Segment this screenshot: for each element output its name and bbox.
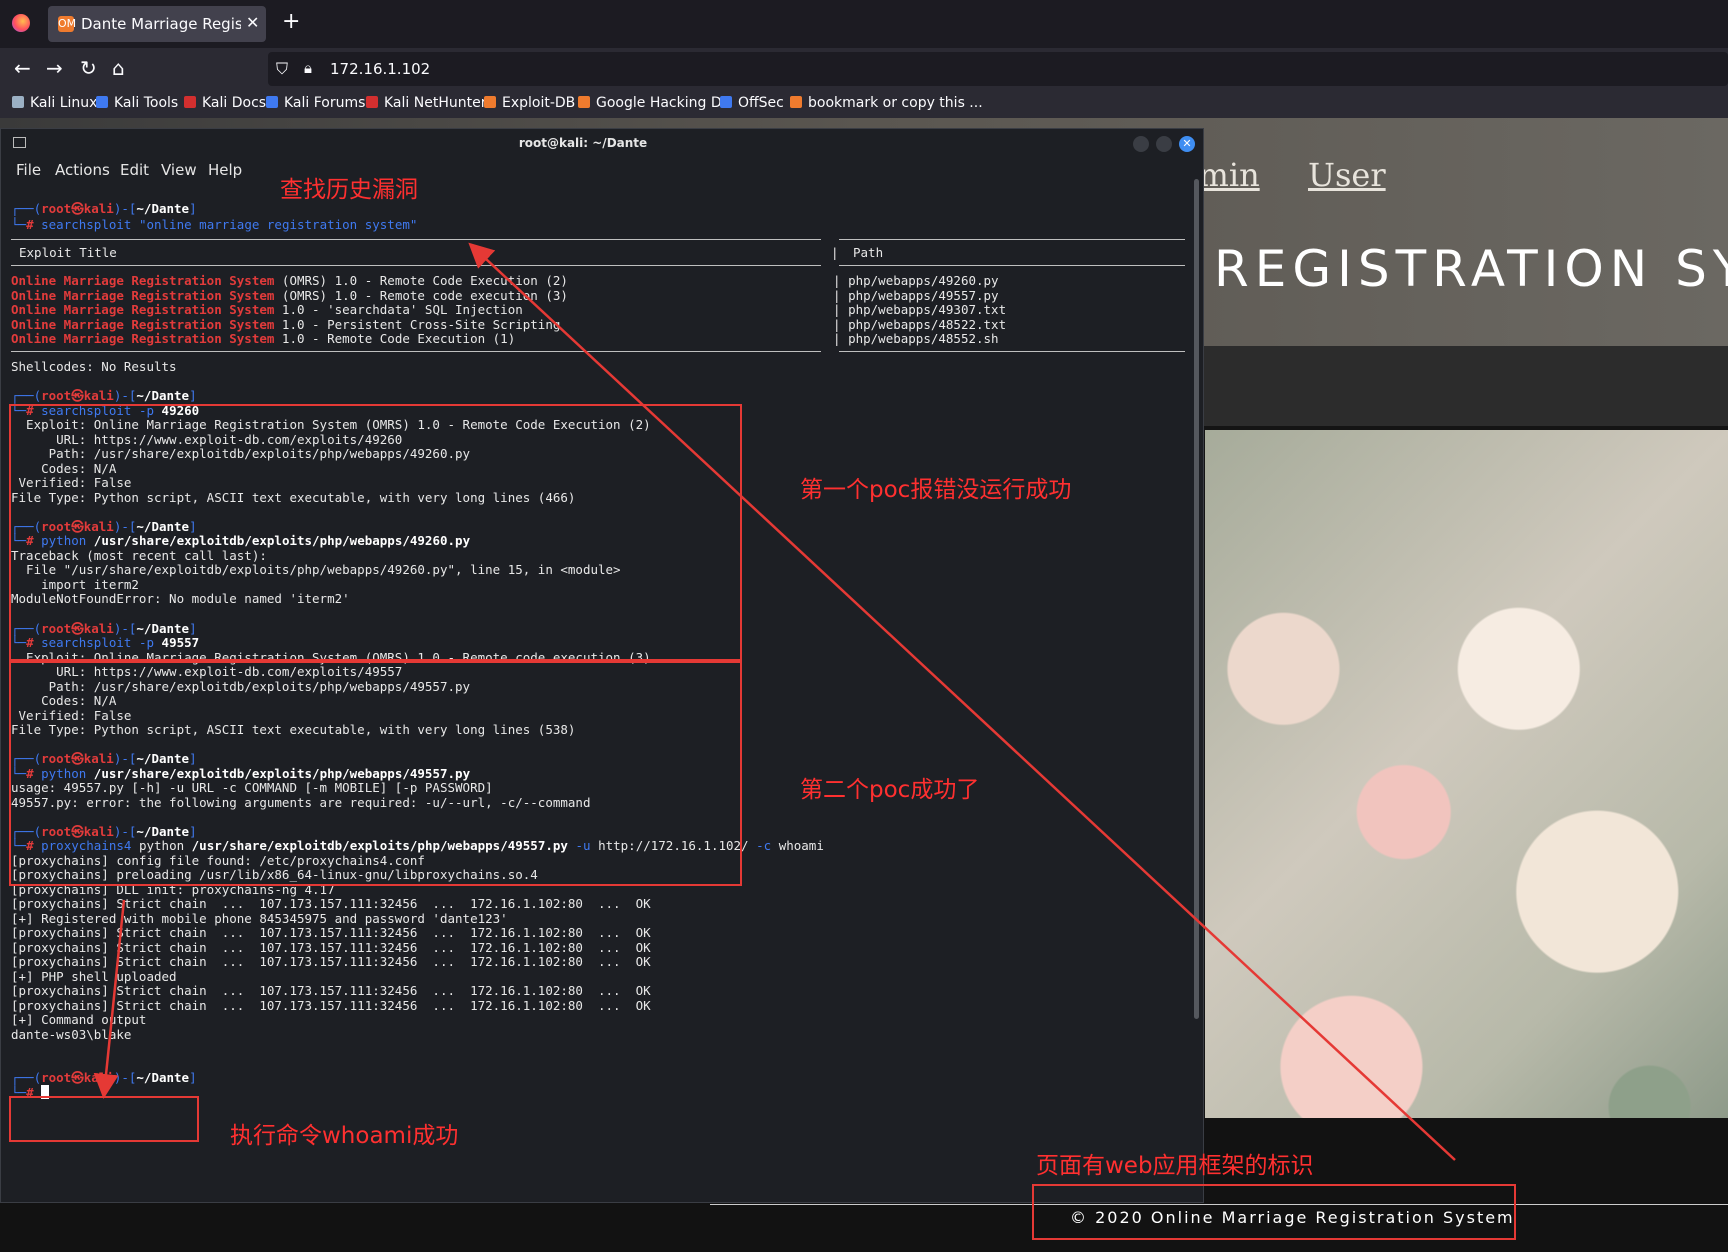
annotation-box-poc2 xyxy=(9,661,742,886)
terminal-title: root@kali: ~/Dante xyxy=(518,136,648,150)
menu-edit[interactable]: Edit xyxy=(120,161,149,179)
annotation-box-footer xyxy=(1032,1184,1516,1240)
prompt-line: ┌──(root㉿kali)-[~/Dante] xyxy=(11,1070,197,1085)
bookmark-orange-icon xyxy=(790,96,802,108)
annotation-box-whoami xyxy=(9,1096,199,1142)
kali-tools-icon xyxy=(96,96,108,108)
shellcodes-line: Shellcodes: No Results xyxy=(11,359,177,374)
close-button[interactable]: ✕ xyxy=(1179,136,1195,152)
table-rule xyxy=(839,351,1185,352)
url-text[interactable]: 172.16.1.102 xyxy=(330,60,430,78)
output-line: [proxychains] Strict chain ... 107.173.1… xyxy=(11,896,651,911)
url-bar[interactable]: ⛉ 🔒︎ 172.16.1.102 xyxy=(268,52,1728,86)
result-row: Online Marriage Registration System 1.0 … xyxy=(11,302,523,317)
browser-tab-bar: OM Dante Marriage Registrati ✕ + xyxy=(0,0,1728,48)
menu-view[interactable]: View xyxy=(161,161,197,179)
terminal-scrollbar[interactable] xyxy=(1194,179,1199,1019)
terminal-titlebar[interactable]: root@kali: ~/Dante ✕ xyxy=(1,129,1203,157)
table-rule xyxy=(839,239,1185,240)
firefox-logo-icon[interactable] xyxy=(12,14,30,32)
annotation-history-vuln: 查找历史漏洞 xyxy=(280,177,418,203)
nethunter-icon xyxy=(366,96,378,108)
tracking-shield-icon[interactable]: ⛉ xyxy=(276,59,288,79)
lock-icon[interactable]: 🔒︎ xyxy=(304,59,312,77)
annotation-poc2-ok: 第二个poc成功了 xyxy=(800,777,980,803)
prompt-line: ┌──(root㉿kali)-[~/Dante] xyxy=(11,201,197,216)
table-rule xyxy=(11,239,821,240)
output-line: dante-ws03\blake xyxy=(11,1027,132,1042)
kali-docs-icon xyxy=(184,96,196,108)
col-path: Path xyxy=(853,245,884,260)
tab-close-icon[interactable]: ✕ xyxy=(246,13,259,32)
bookmark-kali-nethunter[interactable]: Kali NetHunter xyxy=(366,95,486,111)
offsec-icon xyxy=(720,96,732,108)
result-row: Online Marriage Registration System 1.0 … xyxy=(11,331,516,346)
new-tab-button[interactable]: + xyxy=(282,10,300,34)
nav-user-link[interactable]: User xyxy=(1308,156,1386,194)
bookmark-google-hacking-db[interactable]: Google Hacking DB xyxy=(578,95,731,111)
tab-favicon-icon: OM xyxy=(58,16,77,32)
bookmark-kali-forums[interactable]: Kali Forums xyxy=(266,95,365,111)
back-arrow-icon[interactable]: ← xyxy=(14,57,31,79)
exploit-db-icon xyxy=(484,96,496,108)
kali-forums-icon xyxy=(266,96,278,108)
result-row: Online Marriage Registration System (OMR… xyxy=(11,273,568,288)
bookmarks-toolbar: Kali Linux Kali Tools Kali Docs Kali For… xyxy=(0,90,1728,119)
annotation-whoami-ok: 执行命令whoami成功 xyxy=(230,1123,459,1149)
result-path: | php/webapps/49260.py xyxy=(833,273,999,288)
ghdb-icon xyxy=(578,96,590,108)
browser-tab[interactable]: OM Dante Marriage Registrati ✕ xyxy=(48,6,266,42)
output-line: [+] Command output xyxy=(11,1012,147,1027)
hero-title: REGISTRATION SY xyxy=(1214,240,1728,298)
bookmark-offsec[interactable]: OffSec xyxy=(720,95,784,111)
menu-actions[interactable]: Actions xyxy=(55,161,110,179)
menu-file[interactable]: File xyxy=(16,161,41,179)
tab-title: Dante Marriage Registrati xyxy=(81,15,241,33)
forward-arrow-icon[interactable]: → xyxy=(46,57,63,79)
minimize-button[interactable] xyxy=(1133,136,1149,152)
menu-help[interactable]: Help xyxy=(208,161,242,179)
result-path: | php/webapps/49307.txt xyxy=(833,302,1007,317)
output-line: [proxychains] Strict chain ... 107.173.1… xyxy=(11,983,651,998)
maximize-button[interactable] xyxy=(1156,136,1172,152)
result-path: | php/webapps/48552.sh xyxy=(833,331,999,346)
table-rule xyxy=(11,265,821,266)
bookmark-kali-tools[interactable]: Kali Tools xyxy=(96,95,178,111)
col-exploit-title: Exploit Title xyxy=(19,245,117,260)
annotation-box-poc1 xyxy=(9,404,742,661)
bookmark-exploit-db[interactable]: Exploit-DB xyxy=(484,95,575,111)
browser-nav-bar: ← → ↻ ⌂ ⛉ 🔒︎ 172.16.1.102 xyxy=(0,48,1728,90)
output-line: [proxychains] Strict chain ... 107.173.1… xyxy=(11,954,651,969)
kali-dragon-icon xyxy=(12,96,24,108)
home-icon[interactable]: ⌂ xyxy=(112,57,125,79)
bookmark-copy-this[interactable]: bookmark or copy this ... xyxy=(790,95,983,111)
command-line: └─# searchsploit "online marriage regist… xyxy=(11,217,418,232)
table-rule xyxy=(11,351,821,352)
col-separator: | xyxy=(831,245,839,260)
reload-icon[interactable]: ↻ xyxy=(80,57,97,79)
bookmark-kali-linux[interactable]: Kali Linux xyxy=(12,95,97,111)
table-rule xyxy=(839,265,1185,266)
bouquet-photo xyxy=(1205,430,1728,1226)
annotation-framework-id: 页面有web应用框架的标识 xyxy=(1036,1153,1314,1179)
annotation-poc1-fail: 第一个poc报错没运行成功 xyxy=(800,477,1072,503)
prompt-line: ┌──(root㉿kali)-[~/Dante] xyxy=(11,388,197,403)
output-line: [proxychains] Strict chain ... 107.173.1… xyxy=(11,925,651,940)
bookmark-kali-docs[interactable]: Kali Docs xyxy=(184,95,266,111)
